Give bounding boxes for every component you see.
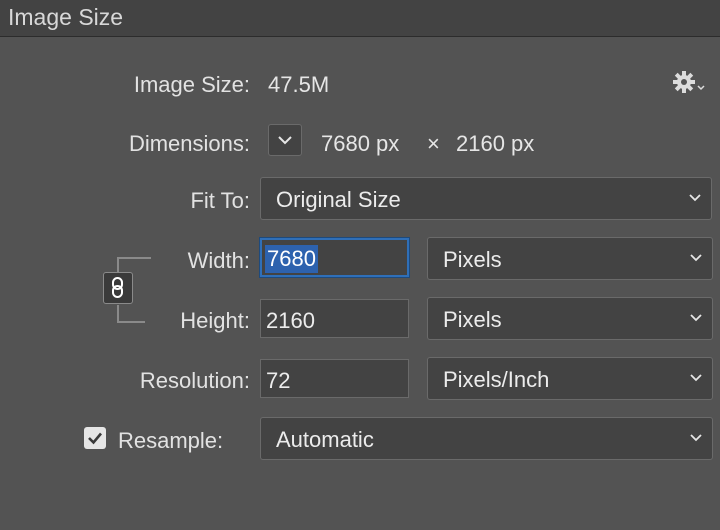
constrain-proportions-button[interactable]	[103, 272, 133, 304]
dimensions-width: 7680 px	[321, 131, 400, 156]
resample-checkbox[interactable]	[84, 427, 106, 449]
chevron-down-icon	[690, 434, 702, 442]
constrain-bracket-bottom	[117, 305, 145, 323]
width-unit-select[interactable]: Pixels	[427, 237, 713, 280]
height-value: 2160	[266, 308, 315, 333]
image-size-label: Image Size:	[133, 72, 250, 97]
fit-to-selected: Original Size	[276, 187, 401, 212]
chain-link-icon	[112, 277, 123, 298]
height-label: Height:	[180, 308, 250, 333]
chevron-down-icon	[278, 136, 292, 145]
dialog-title: Image Size	[8, 4, 124, 30]
height-input[interactable]: 2160	[260, 299, 409, 338]
height-unit-selected: Pixels	[443, 307, 502, 332]
fit-to-label: Fit To:	[190, 188, 250, 213]
fit-to-select[interactable]: Original Size	[260, 177, 712, 220]
image-size-value: 47.5M	[268, 72, 330, 97]
dimensions-menu-button[interactable]	[268, 124, 302, 156]
dialog-titlebar: Image Size	[0, 0, 720, 37]
gear-icon	[673, 71, 705, 93]
dimensions-label: Dimensions:	[128, 131, 250, 156]
checkmark-icon	[88, 432, 102, 445]
resolution-unit-selected: Pixels/Inch	[443, 367, 550, 392]
resolution-label: Resolution:	[139, 368, 250, 393]
resample-method-select[interactable]: Automatic	[260, 417, 713, 460]
resolution-value: 72	[266, 368, 291, 393]
width-label: Width:	[187, 248, 250, 273]
height-unit-select[interactable]: Pixels	[427, 297, 713, 340]
chevron-down-icon	[690, 374, 702, 382]
settings-gear-button[interactable]	[672, 70, 708, 96]
chevron-down-icon	[690, 254, 702, 262]
width-value: 7680	[265, 245, 318, 273]
width-input[interactable]: 7680	[260, 238, 409, 277]
width-unit-selected: Pixels	[443, 247, 502, 272]
resolution-unit-select[interactable]: Pixels/Inch	[427, 357, 713, 400]
resample-method-selected: Automatic	[276, 427, 374, 452]
dimensions-height: 2160 px	[456, 131, 535, 156]
resample-label: Resample:	[118, 428, 224, 453]
chevron-down-icon	[690, 314, 702, 322]
resolution-input[interactable]: 72	[260, 359, 409, 398]
chevron-down-icon	[689, 194, 701, 202]
dimensions-separator: ×	[427, 131, 440, 156]
